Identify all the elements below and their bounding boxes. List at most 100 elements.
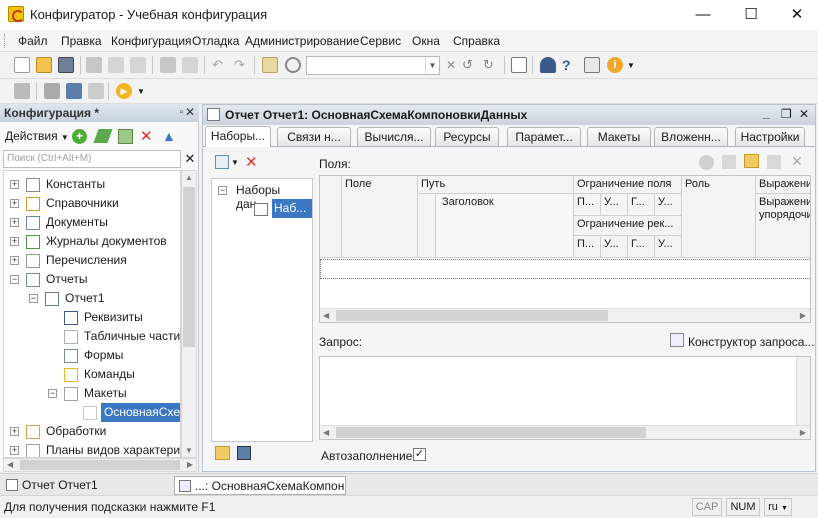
tree-toggle[interactable]: +	[10, 180, 19, 189]
menu-file[interactable]: Файл	[18, 34, 48, 48]
scroll-left-icon[interactable]: ◀	[7, 460, 13, 469]
query-vertical-scrollbar[interactable]	[796, 357, 810, 427]
query-scroll-thumb[interactable]	[336, 427, 646, 438]
print-preview-icon[interactable]	[182, 57, 198, 73]
hscroll-thumb[interactable]	[20, 460, 180, 470]
query-horizontal-scrollbar[interactable]: ◀ ▶	[320, 425, 810, 439]
tree-toggle[interactable]: +	[10, 218, 19, 227]
column-details-restriction[interactable]: Ограничение рек...	[574, 216, 682, 236]
save-query-icon[interactable]	[237, 446, 251, 460]
dataset-query[interactable]: Наб...	[272, 199, 312, 218]
menu-edit[interactable]: Правка	[61, 34, 102, 48]
configuration-search-input[interactable]: Поиск (Ctrl+Alt+M)	[3, 150, 181, 168]
tree-item[interactable]: − Отчеты	[4, 270, 180, 289]
new-document-icon[interactable]	[14, 57, 30, 73]
tree-toggle[interactable]: +	[10, 237, 19, 246]
task-schema[interactable]: ...: ОсновнаяСхемаКомпон...	[174, 476, 346, 495]
find-icon[interactable]	[262, 57, 278, 73]
actions-menu-button[interactable]: Действия ▼	[5, 129, 69, 143]
search-next-icon[interactable]: ↻	[483, 57, 499, 73]
copy-field-icon[interactable]	[722, 155, 736, 169]
windows-icon[interactable]	[511, 57, 527, 73]
menu-configuration[interactable]: Конфигурация	[111, 34, 192, 48]
column-field-restriction[interactable]: Ограничение поля	[574, 176, 682, 194]
tab-templates[interactable]: Макеты	[587, 127, 651, 146]
menu-administration[interactable]: Администрирование	[245, 34, 359, 48]
run-debug-icon[interactable]: ▶	[116, 83, 132, 99]
tree-item[interactable]: ОсновнаяСхем	[4, 403, 180, 422]
language-indicator[interactable]: ru ▼	[764, 498, 792, 516]
pin-icon[interactable]: ▫	[179, 107, 183, 118]
minimize-button[interactable]: —	[680, 0, 726, 30]
edit-icon[interactable]	[93, 129, 113, 143]
tab-resources[interactable]: Ресурсы	[435, 127, 499, 146]
scroll-right-icon[interactable]: ▶	[187, 460, 193, 469]
doc-minimize-button[interactable]: _	[763, 106, 770, 120]
task-report[interactable]: Отчет Отчет1	[2, 476, 172, 495]
tab-parameters[interactable]: Парамет...	[507, 127, 581, 146]
tree-item[interactable]: + Документы	[4, 213, 180, 232]
tree-item[interactable]: Табличные части	[4, 327, 180, 346]
column-g-2[interactable]: Г...	[628, 236, 655, 258]
column-u2[interactable]: У...	[655, 194, 682, 216]
scroll-up-icon[interactable]: ▲	[185, 173, 193, 182]
tree-item[interactable]: + Перечисления	[4, 251, 180, 270]
tree-item[interactable]: − Отчет1	[4, 289, 180, 308]
add-nested-icon[interactable]	[767, 155, 781, 169]
tree-item[interactable]: + Планы видов характерист	[4, 441, 180, 457]
grid-scroll-right-icon[interactable]: ▶	[800, 311, 806, 320]
update-db-icon[interactable]	[66, 83, 82, 99]
doc-restore-button[interactable]: ❐	[781, 107, 792, 121]
add-folder-icon[interactable]	[744, 154, 759, 168]
collapse-toggle[interactable]: −	[218, 186, 227, 195]
maximize-button[interactable]: ☐	[728, 0, 774, 30]
menu-service[interactable]: Сервис	[360, 34, 401, 48]
tab-calculated[interactable]: Вычисля...	[357, 127, 431, 146]
clear-search-icon[interactable]: ✕	[443, 57, 459, 73]
scroll-down-icon[interactable]: ▼	[185, 446, 193, 455]
grid-scroll-thumb[interactable]	[336, 310, 608, 321]
autofill-checkbox[interactable]: ✓	[413, 448, 426, 461]
delete-icon[interactable]: ✕	[140, 127, 153, 145]
run-dropdown-icon[interactable]: ▼	[137, 87, 145, 96]
open-folder-icon[interactable]	[36, 57, 52, 73]
add-dataset-dropdown-icon[interactable]: ▼	[231, 158, 239, 167]
print-icon[interactable]	[160, 57, 176, 73]
tree-toggle[interactable]: +	[10, 446, 19, 455]
column-field[interactable]: Поле	[342, 176, 418, 258]
copy-item-icon[interactable]	[118, 129, 133, 144]
tree-vertical-scrollbar[interactable]: ▲ ▼	[181, 170, 197, 458]
query-scroll-right-icon[interactable]: ▶	[800, 428, 806, 437]
tree-toggle[interactable]: −	[48, 389, 57, 398]
move-up-icon[interactable]: ▲	[162, 128, 176, 144]
close-button[interactable]: ✕	[774, 0, 818, 30]
column-u[interactable]: У...	[601, 194, 628, 216]
search-combo[interactable]: ▼	[306, 56, 440, 75]
tree-item[interactable]: − Макеты	[4, 384, 180, 403]
undo-icon[interactable]: ↶	[212, 57, 228, 73]
tree-toggle[interactable]: +	[10, 199, 19, 208]
menu-help[interactable]: Справка	[453, 34, 500, 48]
column-p[interactable]: П...	[574, 194, 601, 216]
tab-links[interactable]: Связи н...	[277, 127, 351, 146]
menu-debug[interactable]: Отладка	[192, 34, 239, 48]
tree-item[interactable]: Реквизиты	[4, 308, 180, 327]
tree-item[interactable]: Команды	[4, 365, 180, 384]
column-expression-order[interactable]: Выражени упорядочи	[756, 194, 810, 258]
query-scroll-left-icon[interactable]: ◀	[323, 428, 329, 437]
search-prev-icon[interactable]: ↺	[462, 57, 478, 73]
column-g[interactable]: Г...	[628, 194, 655, 216]
delete-dataset-icon[interactable]: ✕	[245, 153, 258, 171]
column-title[interactable]: Заголовок	[436, 194, 574, 258]
query-text-area[interactable]: ◀ ▶	[319, 356, 811, 440]
query-builder-button[interactable]: Конструктор запроса...	[688, 335, 814, 349]
tree-horizontal-scrollbar[interactable]: ◀ ▶	[3, 458, 197, 472]
tree-item[interactable]: + Справочники	[4, 194, 180, 213]
doc-close-button[interactable]: ✕	[799, 107, 809, 121]
help-icon[interactable]: ?	[562, 57, 578, 73]
database-icon[interactable]	[44, 83, 60, 99]
column-expression[interactable]: Выражени	[756, 176, 810, 194]
tree-item[interactable]: + Обработки	[4, 422, 180, 441]
open-query-icon[interactable]	[215, 446, 230, 460]
column-u-2[interactable]: У...	[601, 236, 628, 258]
